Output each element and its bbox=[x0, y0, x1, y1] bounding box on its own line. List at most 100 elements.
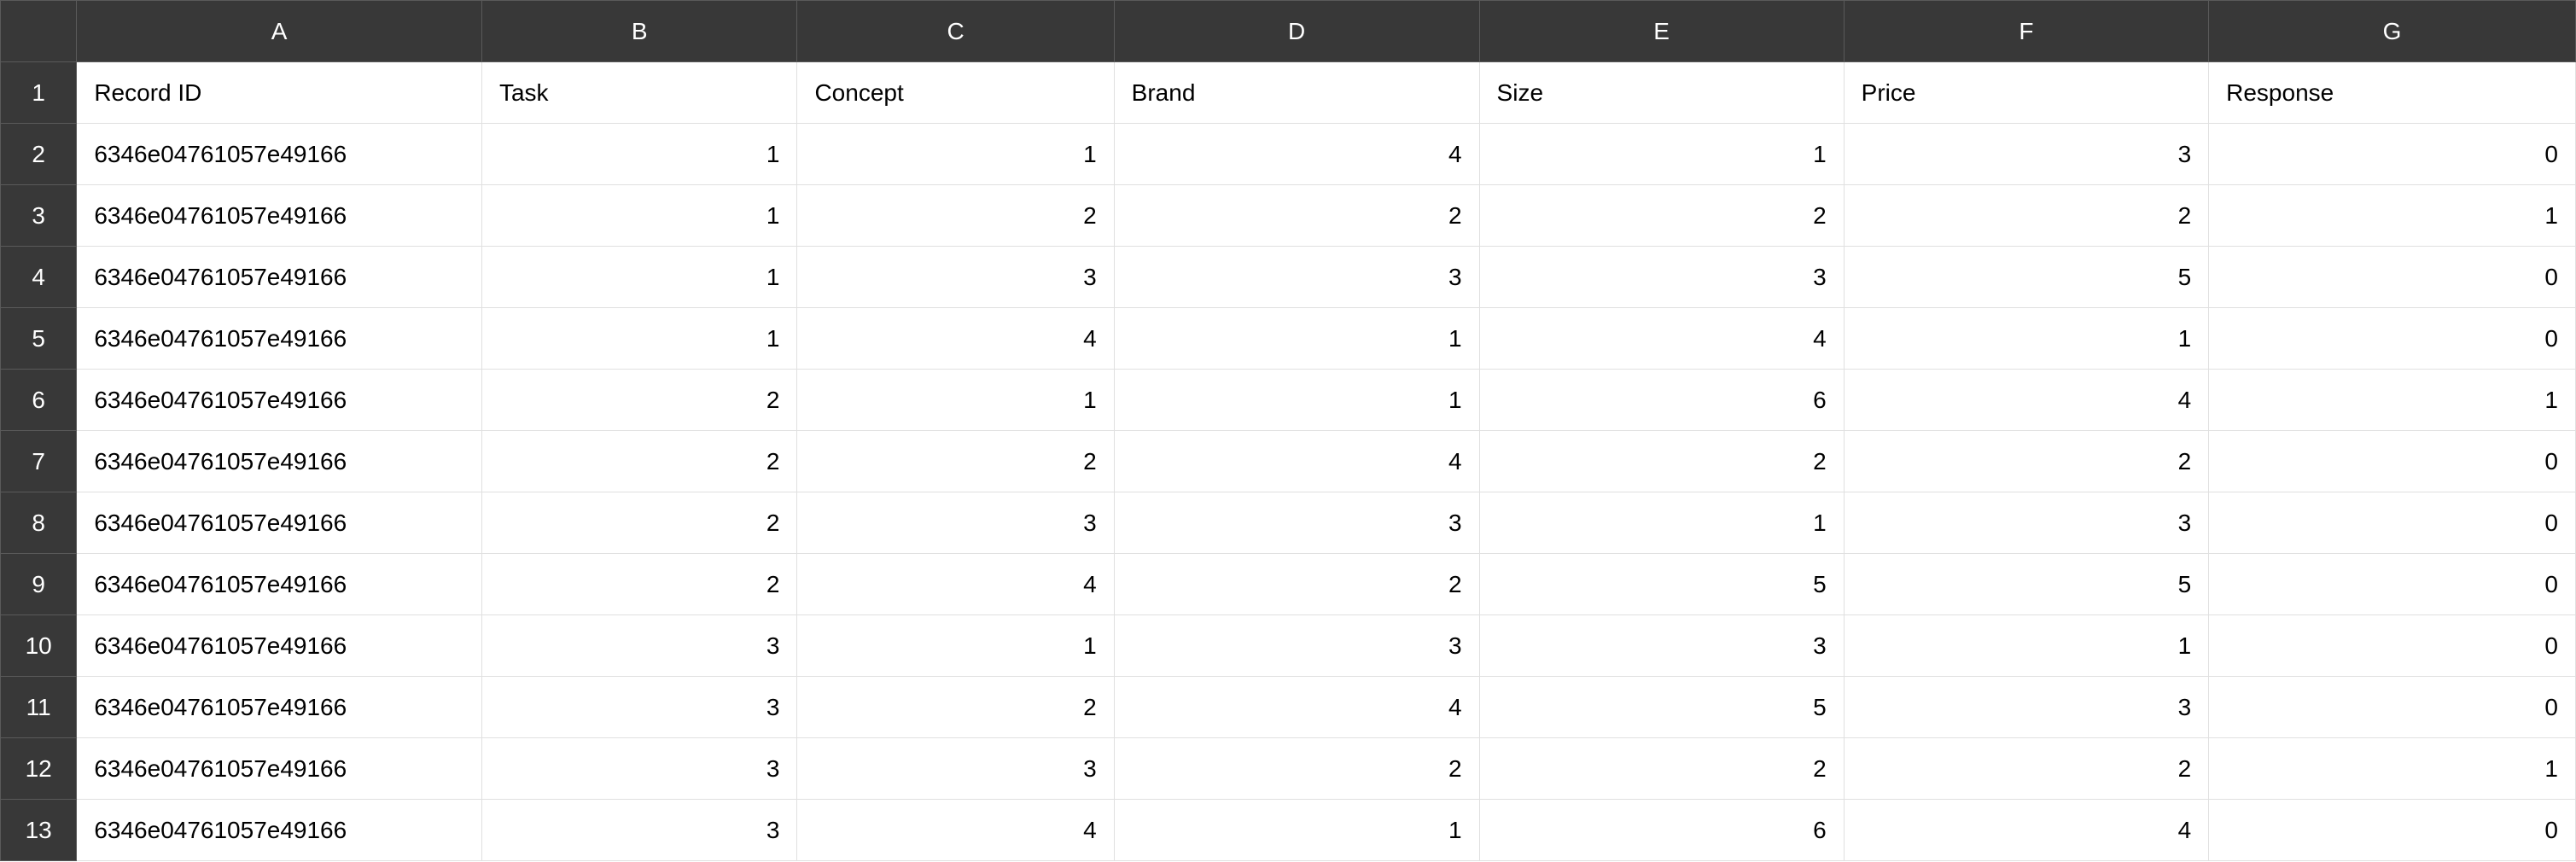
row-header-10[interactable]: 10 bbox=[1, 615, 77, 677]
cell-g2[interactable]: 0 bbox=[2209, 124, 2576, 185]
cell-a4[interactable]: 6346e04761057e49166 bbox=[77, 247, 482, 308]
cell-e7[interactable]: 2 bbox=[1479, 431, 1844, 492]
cell-f6[interactable]: 4 bbox=[1844, 370, 2208, 431]
cell-g9[interactable]: 0 bbox=[2209, 554, 2576, 615]
cell-c3[interactable]: 2 bbox=[797, 185, 1114, 247]
cell-f1[interactable]: Price bbox=[1844, 62, 2208, 124]
col-header-e[interactable]: E bbox=[1479, 1, 1844, 62]
cell-d9[interactable]: 2 bbox=[1114, 554, 1479, 615]
cell-c7[interactable]: 2 bbox=[797, 431, 1114, 492]
row-header-6[interactable]: 6 bbox=[1, 370, 77, 431]
cell-g11[interactable]: 0 bbox=[2209, 677, 2576, 738]
cell-b4[interactable]: 1 bbox=[481, 247, 796, 308]
corner-cell[interactable] bbox=[1, 1, 77, 62]
cell-a6[interactable]: 6346e04761057e49166 bbox=[77, 370, 482, 431]
cell-d4[interactable]: 3 bbox=[1114, 247, 1479, 308]
cell-e6[interactable]: 6 bbox=[1479, 370, 1844, 431]
row-header-4[interactable]: 4 bbox=[1, 247, 77, 308]
cell-a13[interactable]: 6346e04761057e49166 bbox=[77, 800, 482, 861]
cell-a1[interactable]: Record ID bbox=[77, 62, 482, 124]
cell-e2[interactable]: 1 bbox=[1479, 124, 1844, 185]
cell-e4[interactable]: 3 bbox=[1479, 247, 1844, 308]
cell-a12[interactable]: 6346e04761057e49166 bbox=[77, 738, 482, 800]
cell-e1[interactable]: Size bbox=[1479, 62, 1844, 124]
cell-e12[interactable]: 2 bbox=[1479, 738, 1844, 800]
cell-g6[interactable]: 1 bbox=[2209, 370, 2576, 431]
cell-g10[interactable]: 0 bbox=[2209, 615, 2576, 677]
cell-c8[interactable]: 3 bbox=[797, 492, 1114, 554]
cell-f4[interactable]: 5 bbox=[1844, 247, 2208, 308]
col-header-d[interactable]: D bbox=[1114, 1, 1479, 62]
cell-a8[interactable]: 6346e04761057e49166 bbox=[77, 492, 482, 554]
cell-e11[interactable]: 5 bbox=[1479, 677, 1844, 738]
cell-g12[interactable]: 1 bbox=[2209, 738, 2576, 800]
cell-e8[interactable]: 1 bbox=[1479, 492, 1844, 554]
cell-d6[interactable]: 1 bbox=[1114, 370, 1479, 431]
cell-d12[interactable]: 2 bbox=[1114, 738, 1479, 800]
cell-c9[interactable]: 4 bbox=[797, 554, 1114, 615]
cell-a3[interactable]: 6346e04761057e49166 bbox=[77, 185, 482, 247]
cell-a10[interactable]: 6346e04761057e49166 bbox=[77, 615, 482, 677]
cell-g5[interactable]: 0 bbox=[2209, 308, 2576, 370]
col-header-g[interactable]: G bbox=[2209, 1, 2576, 62]
cell-f5[interactable]: 1 bbox=[1844, 308, 2208, 370]
row-header-12[interactable]: 12 bbox=[1, 738, 77, 800]
cell-f13[interactable]: 4 bbox=[1844, 800, 2208, 861]
cell-e13[interactable]: 6 bbox=[1479, 800, 1844, 861]
col-header-f[interactable]: F bbox=[1844, 1, 2208, 62]
col-header-a[interactable]: A bbox=[77, 1, 482, 62]
cell-b6[interactable]: 2 bbox=[481, 370, 796, 431]
cell-c2[interactable]: 1 bbox=[797, 124, 1114, 185]
cell-d2[interactable]: 4 bbox=[1114, 124, 1479, 185]
cell-c5[interactable]: 4 bbox=[797, 308, 1114, 370]
cell-a9[interactable]: 6346e04761057e49166 bbox=[77, 554, 482, 615]
cell-c11[interactable]: 2 bbox=[797, 677, 1114, 738]
cell-a5[interactable]: 6346e04761057e49166 bbox=[77, 308, 482, 370]
cell-g4[interactable]: 0 bbox=[2209, 247, 2576, 308]
col-header-b[interactable]: B bbox=[481, 1, 796, 62]
cell-f11[interactable]: 3 bbox=[1844, 677, 2208, 738]
cell-e5[interactable]: 4 bbox=[1479, 308, 1844, 370]
cell-a2[interactable]: 6346e04761057e49166 bbox=[77, 124, 482, 185]
row-header-1[interactable]: 1 bbox=[1, 62, 77, 124]
cell-b5[interactable]: 1 bbox=[481, 308, 796, 370]
cell-g8[interactable]: 0 bbox=[2209, 492, 2576, 554]
cell-e9[interactable]: 5 bbox=[1479, 554, 1844, 615]
cell-d7[interactable]: 4 bbox=[1114, 431, 1479, 492]
cell-c10[interactable]: 1 bbox=[797, 615, 1114, 677]
cell-a7[interactable]: 6346e04761057e49166 bbox=[77, 431, 482, 492]
row-header-5[interactable]: 5 bbox=[1, 308, 77, 370]
cell-b10[interactable]: 3 bbox=[481, 615, 796, 677]
cell-c13[interactable]: 4 bbox=[797, 800, 1114, 861]
cell-g3[interactable]: 1 bbox=[2209, 185, 2576, 247]
cell-c1[interactable]: Concept bbox=[797, 62, 1114, 124]
row-header-11[interactable]: 11 bbox=[1, 677, 77, 738]
row-header-7[interactable]: 7 bbox=[1, 431, 77, 492]
cell-b1[interactable]: Task bbox=[481, 62, 796, 124]
cell-c4[interactable]: 3 bbox=[797, 247, 1114, 308]
cell-b8[interactable]: 2 bbox=[481, 492, 796, 554]
cell-f9[interactable]: 5 bbox=[1844, 554, 2208, 615]
cell-g7[interactable]: 0 bbox=[2209, 431, 2576, 492]
cell-d13[interactable]: 1 bbox=[1114, 800, 1479, 861]
cell-e10[interactable]: 3 bbox=[1479, 615, 1844, 677]
row-header-9[interactable]: 9 bbox=[1, 554, 77, 615]
row-header-3[interactable]: 3 bbox=[1, 185, 77, 247]
cell-g13[interactable]: 0 bbox=[2209, 800, 2576, 861]
row-header-2[interactable]: 2 bbox=[1, 124, 77, 185]
cell-e3[interactable]: 2 bbox=[1479, 185, 1844, 247]
cell-d3[interactable]: 2 bbox=[1114, 185, 1479, 247]
cell-b13[interactable]: 3 bbox=[481, 800, 796, 861]
cell-f7[interactable]: 2 bbox=[1844, 431, 2208, 492]
cell-b7[interactable]: 2 bbox=[481, 431, 796, 492]
col-header-c[interactable]: C bbox=[797, 1, 1114, 62]
cell-b9[interactable]: 2 bbox=[481, 554, 796, 615]
cell-d8[interactable]: 3 bbox=[1114, 492, 1479, 554]
cell-d11[interactable]: 4 bbox=[1114, 677, 1479, 738]
cell-b11[interactable]: 3 bbox=[481, 677, 796, 738]
cell-d5[interactable]: 1 bbox=[1114, 308, 1479, 370]
row-header-13[interactable]: 13 bbox=[1, 800, 77, 861]
row-header-8[interactable]: 8 bbox=[1, 492, 77, 554]
cell-b12[interactable]: 3 bbox=[481, 738, 796, 800]
cell-c6[interactable]: 1 bbox=[797, 370, 1114, 431]
